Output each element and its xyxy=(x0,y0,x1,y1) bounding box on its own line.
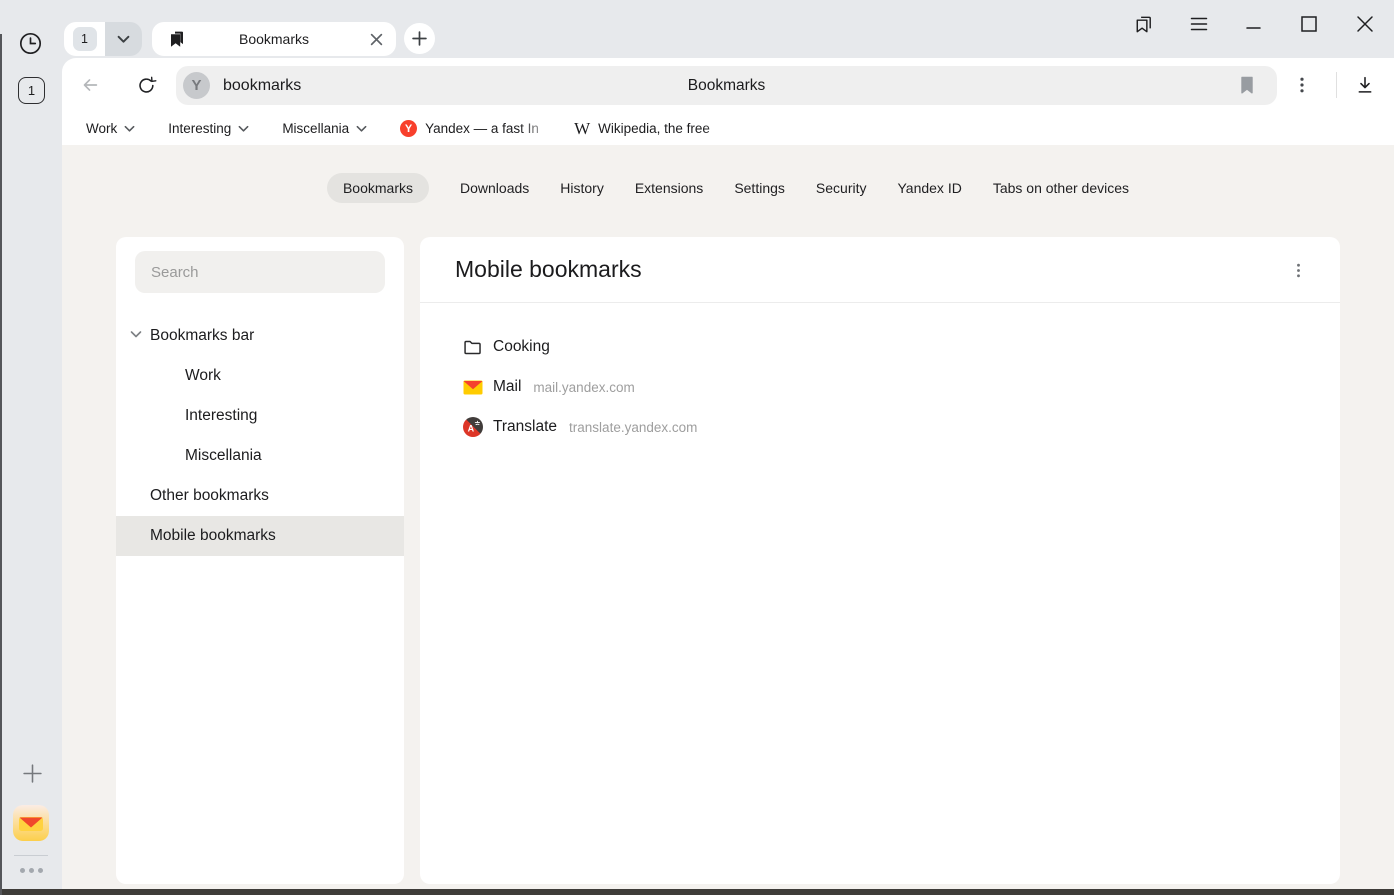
tree-item-work[interactable]: Work xyxy=(116,356,404,396)
list-item-mail[interactable]: Mail mail.yandex.com xyxy=(420,367,1340,407)
browser-window: 1 Bookmarks xyxy=(0,0,1394,895)
tree-item-mobile-bookmarks[interactable]: Mobile bookmarks xyxy=(116,516,404,556)
tab-close-icon[interactable] xyxy=(366,29,386,49)
bookmarks-panel-icon[interactable] xyxy=(1123,4,1163,44)
chevron-down-icon xyxy=(238,125,249,133)
manager-nav: Bookmarks Downloads History Extensions S… xyxy=(62,173,1394,203)
panel-title: Mobile bookmarks xyxy=(455,256,642,283)
yandex-favicon: Y xyxy=(400,120,417,137)
chevron-down-icon xyxy=(356,125,367,133)
history-clock-icon[interactable] xyxy=(17,30,43,56)
rail-tab-counter[interactable]: 1 xyxy=(18,77,45,104)
tab-security[interactable]: Security xyxy=(816,173,867,203)
tab-group-badge: 1 xyxy=(73,27,97,51)
tab-extensions[interactable]: Extensions xyxy=(635,173,703,203)
bookmarks-bar-link-wikipedia[interactable]: W Wikipedia, the free xyxy=(574,120,744,137)
tab-title: Bookmarks xyxy=(152,31,396,47)
toolbar-more-icon[interactable] xyxy=(1286,69,1318,101)
content-area: Bookmarks Downloads History Extensions S… xyxy=(62,145,1394,889)
bookmark-filled-icon[interactable] xyxy=(1237,75,1257,95)
folder-tree: Bookmarks bar Work Interesting Miscellan… xyxy=(116,316,404,556)
tree-item-miscellania[interactable]: Miscellania xyxy=(116,436,404,476)
tab-bookmarks-pill[interactable]: Bookmarks xyxy=(327,173,429,203)
folder-icon xyxy=(462,337,483,358)
tree-item-interesting[interactable]: Interesting xyxy=(116,396,404,436)
screen-edge-left xyxy=(0,34,2,895)
downloads-icon[interactable] xyxy=(1349,69,1381,101)
address-bar[interactable]: Y bookmarks Bookmarks xyxy=(176,66,1277,105)
tab-history[interactable]: History xyxy=(560,173,604,203)
tree-item-other-bookmarks[interactable]: Other bookmarks xyxy=(116,476,404,516)
toolbar-divider xyxy=(1336,72,1337,98)
rail-add-icon[interactable] xyxy=(21,762,43,784)
panel-more-icon[interactable] xyxy=(1282,254,1314,286)
new-tab-button[interactable] xyxy=(404,23,435,54)
tab-settings[interactable]: Settings xyxy=(734,173,785,203)
tab-strip: 1 Bookmarks xyxy=(0,0,1394,58)
back-icon[interactable] xyxy=(74,69,106,101)
address-row: Y bookmarks Bookmarks xyxy=(62,58,1394,112)
reload-icon[interactable] xyxy=(130,69,162,101)
tab-group-count[interactable]: 1 xyxy=(64,22,105,56)
chevron-down-icon xyxy=(124,125,135,133)
tab-group[interactable]: 1 xyxy=(64,22,142,56)
tab-bookmarks[interactable]: Bookmarks xyxy=(152,22,396,56)
menu-icon[interactable] xyxy=(1179,4,1219,44)
list-item-translate[interactable]: A Translate translate.yandex.com xyxy=(420,407,1340,447)
tab-downloads[interactable]: Downloads xyxy=(460,173,529,203)
yandex-mail-favicon xyxy=(462,377,483,398)
chevron-down-icon[interactable] xyxy=(130,330,142,339)
tab-yandex-id[interactable]: Yandex ID xyxy=(897,173,961,203)
bookmark-tab-icon xyxy=(167,29,187,54)
tab-other-devices[interactable]: Tabs on other devices xyxy=(993,173,1129,203)
bookmarks-panel: Mobile bookmarks Cooking xyxy=(420,237,1340,884)
yandex-mail-app-icon[interactable] xyxy=(13,805,49,841)
bookmark-list: Cooking Mail mail.yandex.com xyxy=(420,303,1340,447)
tab-group-expand[interactable] xyxy=(105,22,142,56)
close-window-button[interactable] xyxy=(1345,4,1385,44)
tree-item-bookmarks-bar[interactable]: Bookmarks bar xyxy=(116,316,404,356)
svg-text:A: A xyxy=(467,424,474,434)
maximize-button[interactable] xyxy=(1289,4,1329,44)
rail-divider xyxy=(14,855,48,856)
panel-header: Mobile bookmarks xyxy=(420,237,1340,303)
bookmarks-bar-folder-miscellania[interactable]: Miscellania xyxy=(282,121,367,136)
minimize-button[interactable] xyxy=(1234,4,1274,44)
toolbar: Y bookmarks Bookmarks Work xyxy=(62,58,1394,145)
list-item-cooking[interactable]: Cooking xyxy=(420,327,1340,367)
bookmarks-bar: Work Interesting Miscellania Y Yandex — xyxy=(62,112,1394,145)
bookmarks-bar-folder-interesting[interactable]: Interesting xyxy=(168,121,249,136)
bookmarks-bar-folder-work[interactable]: Work xyxy=(86,121,135,136)
yandex-translate-favicon: A xyxy=(462,417,483,438)
chevron-down-icon xyxy=(117,35,130,44)
plus-icon xyxy=(412,31,427,46)
wikipedia-favicon: W xyxy=(574,120,590,137)
page-title: Bookmarks xyxy=(176,66,1277,105)
screen-edge-bottom xyxy=(0,889,1394,895)
bookmarks-sidebar: Bookmarks bar Work Interesting Miscellan… xyxy=(116,237,404,884)
search-input[interactable] xyxy=(135,251,385,293)
bookmarks-bar-link-yandex[interactable]: Y Yandex — a fast In xyxy=(400,120,557,137)
rail-more-icon[interactable] xyxy=(18,863,45,877)
left-rail: 1 xyxy=(0,58,62,889)
